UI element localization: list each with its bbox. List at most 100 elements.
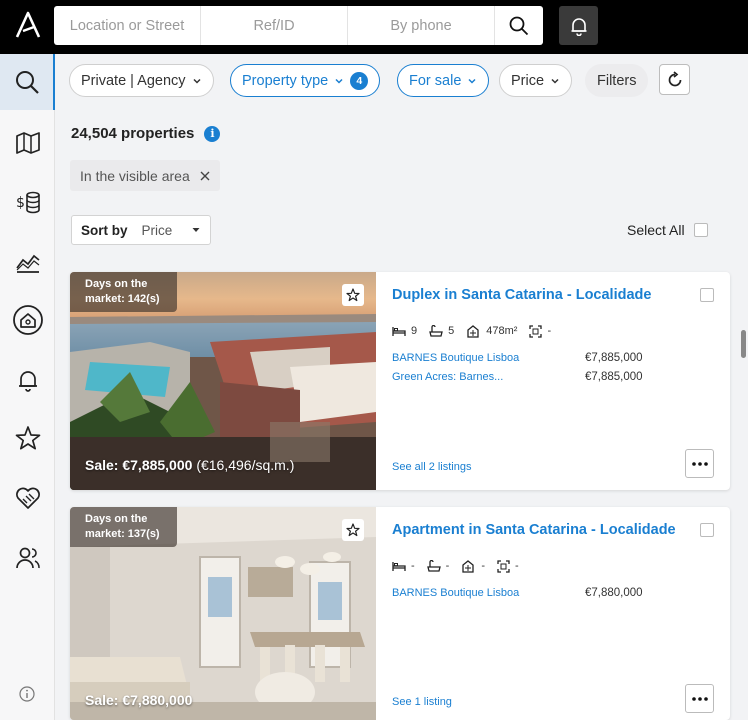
baths-count: 5 — [448, 325, 455, 337]
filters-button-label: Filters — [597, 72, 637, 89]
listing-source-agency[interactable]: Green Acres: Barnes... — [392, 371, 503, 383]
chevron-down-icon — [551, 78, 559, 84]
sidebar-item-properties[interactable] — [0, 292, 55, 348]
agency-filter[interactable]: Private | Agency — [69, 64, 214, 97]
home-icon — [12, 305, 43, 335]
info-icon[interactable]: i — [204, 125, 221, 142]
more-icon — [691, 461, 708, 466]
sidebar: $ — [0, 54, 55, 720]
chart-icon — [15, 254, 40, 273]
location-input[interactable]: Location or Street — [54, 6, 201, 45]
phone-input[interactable]: By phone — [348, 6, 495, 45]
more-icon — [691, 696, 708, 701]
select-all[interactable]: Select All — [627, 222, 708, 238]
caret-down-icon — [192, 228, 200, 232]
handshake-icon — [15, 487, 40, 509]
scrollbar-thumb[interactable] — [741, 330, 746, 358]
listing-checkbox[interactable] — [700, 523, 714, 537]
search-icon — [15, 71, 39, 94]
listing-source-price: €7,885,000 — [585, 352, 643, 364]
star-icon — [346, 523, 360, 537]
see-all-listings-link[interactable]: See all 2 listings — [392, 461, 472, 473]
baths-count: - — [445, 560, 450, 572]
plot-feature: - — [497, 559, 519, 573]
area-value: 478m² — [486, 325, 518, 337]
listing-features: - - - - — [392, 559, 519, 573]
listing-title[interactable]: Apartment in Santa Catarina - Localidade — [392, 522, 676, 538]
bell-icon — [571, 17, 586, 36]
beds-feature: 9 — [392, 325, 417, 337]
visible-area-chip[interactable]: In the visible area — [70, 160, 220, 191]
beds-count: 9 — [411, 325, 418, 337]
sidebar-item-contacts[interactable] — [0, 530, 55, 586]
listing-card[interactable]: Days on the market: 142(s) Sale: €7,885,… — [70, 272, 730, 490]
scrollbar[interactable] — [737, 270, 748, 720]
sidebar-item-map[interactable] — [0, 114, 55, 170]
area-feature: - — [461, 559, 485, 573]
svg-text:$: $ — [16, 195, 25, 211]
property-type-label: Property type — [242, 72, 329, 89]
sidebar-item-valuation[interactable]: $ — [0, 174, 55, 230]
select-all-checkbox[interactable] — [693, 223, 708, 237]
close-icon[interactable] — [200, 171, 210, 181]
sidebar-item-market[interactable] — [0, 234, 55, 290]
bath-icon — [426, 559, 441, 572]
price-filter-label: Price — [511, 72, 545, 89]
area-icon — [467, 325, 479, 338]
users-icon — [15, 547, 40, 569]
more-options-button[interactable] — [685, 449, 714, 478]
area-icon — [462, 560, 474, 573]
beds-count: - — [411, 560, 415, 572]
listing-card[interactable]: Days on the market: 137(s) Sale: €7,880,… — [70, 507, 730, 720]
ref-input[interactable]: Ref/ID — [201, 6, 348, 45]
agency-filter-label: Private | Agency — [81, 72, 186, 89]
listing-source-price: €7,880,000 — [585, 587, 643, 599]
sort-value: Price — [141, 222, 173, 238]
area-value: - — [481, 560, 486, 572]
price-filter[interactable]: Price — [499, 64, 573, 97]
for-sale-label: For sale — [409, 72, 462, 89]
sidebar-item-favorites[interactable] — [0, 410, 55, 466]
for-sale-filter[interactable]: For sale — [397, 64, 490, 97]
refresh-icon — [668, 70, 681, 86]
baths-feature: - — [426, 559, 450, 573]
area-feature: 478m² — [466, 324, 517, 338]
sale-price: Sale: €7,880,000 — [85, 692, 192, 708]
listing-title[interactable]: Duplex in Santa Catarina - Localidade — [392, 287, 651, 303]
favorite-button[interactable] — [342, 284, 364, 306]
money-icon: $ — [16, 191, 40, 214]
plot-value: - — [547, 325, 552, 337]
sort-dropdown[interactable]: Sort by Price — [71, 215, 211, 245]
sale-price: Sale: €7,885,000 (€16,496/sq.m.) — [85, 457, 294, 473]
results-panel: Private | Agency Property type 4 For sal… — [56, 54, 748, 720]
filters-button[interactable]: Filters — [585, 64, 649, 97]
results-count: 24,504 properties i — [71, 125, 221, 142]
sidebar-item-search[interactable] — [0, 54, 55, 110]
listing-source-agency[interactable]: BARNES Boutique Lisboa — [392, 587, 519, 599]
days-on-market: Days on the market: 142(s) — [70, 272, 177, 312]
price-per-sqm: (€16,496/sq.m.) — [196, 457, 295, 473]
search-icon[interactable] — [495, 6, 543, 45]
search-bar: Location or Street Ref/ID By phone — [54, 6, 543, 45]
star-icon — [346, 288, 360, 302]
sidebar-item-deals[interactable] — [0, 470, 55, 526]
more-options-button[interactable] — [685, 684, 714, 713]
plot-icon — [529, 324, 543, 338]
property-type-filter[interactable]: Property type 4 — [230, 64, 381, 97]
results-count-text: 24,504 properties — [71, 125, 195, 142]
listing-source-agency[interactable]: BARNES Boutique Lisboa — [392, 352, 519, 364]
favorite-button[interactable] — [342, 519, 364, 541]
notifications-button[interactable] — [559, 6, 598, 45]
chevron-down-icon — [335, 78, 343, 84]
sort-label: Sort by — [81, 222, 128, 238]
bath-icon — [429, 324, 443, 337]
listing-checkbox[interactable] — [700, 288, 714, 302]
listing-features: 9 5 478m² - — [392, 324, 551, 338]
sidebar-item-alerts[interactable] — [0, 352, 55, 408]
sale-price-text: Sale: €7,880,000 — [85, 692, 193, 708]
refresh-button[interactable] — [659, 64, 690, 95]
logo-icon[interactable] — [14, 11, 42, 39]
days-on-market: Days on the market: 137(s) — [70, 507, 177, 547]
info-icon[interactable] — [19, 686, 35, 702]
see-all-listings-link[interactable]: See 1 listing — [392, 696, 452, 708]
